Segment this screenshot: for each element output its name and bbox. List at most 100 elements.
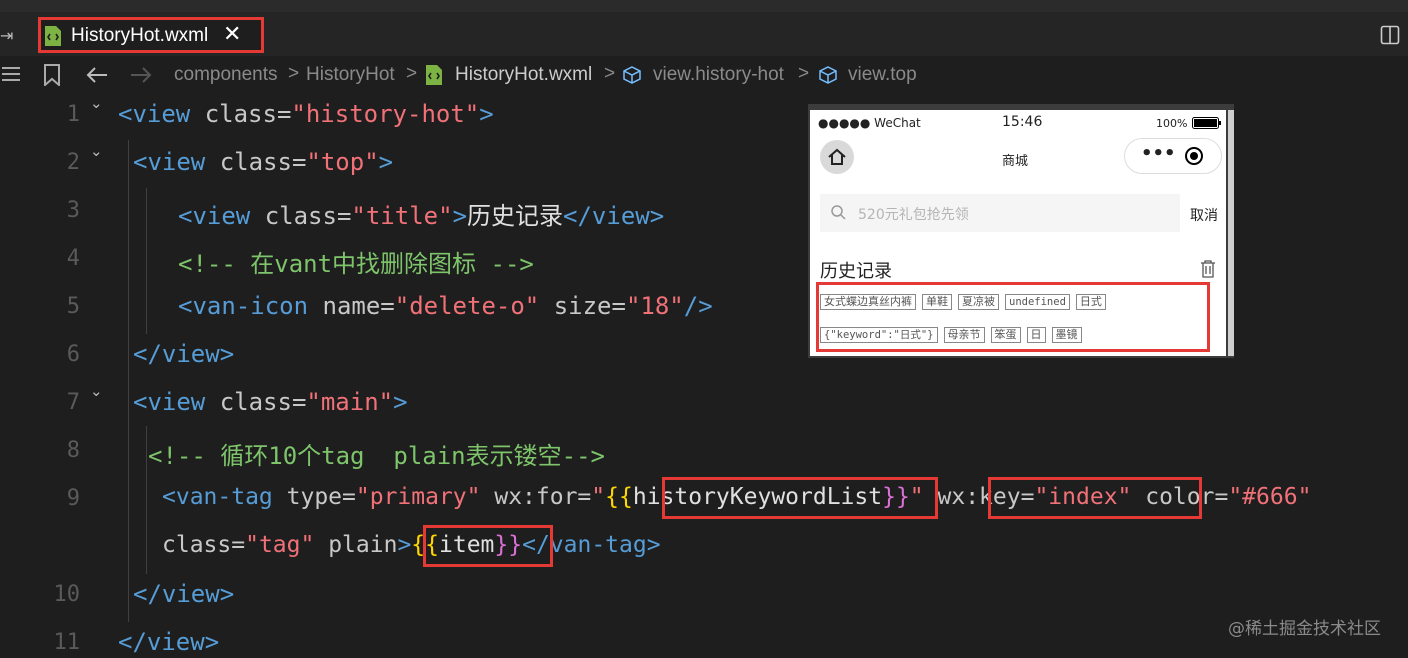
home-icon	[828, 148, 846, 165]
cancel-button[interactable]: 取消	[1190, 205, 1218, 225]
token: class=	[219, 148, 307, 176]
fold-chevron-icon[interactable]: ⌄	[90, 94, 103, 112]
breadcrumb-separator: >	[288, 63, 300, 84]
token: class=	[264, 202, 352, 230]
token: <view	[133, 388, 220, 416]
token: "tag"	[245, 532, 315, 558]
line-number: 4	[66, 246, 80, 271]
split-editor-icon[interactable]	[1380, 25, 1400, 45]
breadcrumb-historyhot[interactable]: HistoryHot	[306, 64, 395, 86]
close-miniprogram-icon[interactable]	[1185, 147, 1203, 165]
indent-guide	[146, 188, 147, 334]
token: "primary"	[355, 484, 481, 510]
token: >	[393, 388, 408, 416]
battery-icon	[1192, 117, 1221, 129]
delete-icon[interactable]	[1200, 260, 1216, 278]
history-title: 历史记录	[820, 261, 892, 282]
watermark: @稀土掘金技术社区	[1228, 619, 1381, 639]
breadcrumb-separator: >	[798, 63, 810, 84]
line-number: 9	[66, 486, 80, 511]
token: <van-icon	[178, 292, 323, 320]
code-line-11[interactable]: </view>	[118, 628, 219, 656]
fold-chevron-icon[interactable]: ⌄	[90, 142, 103, 160]
token: class=	[219, 388, 307, 416]
more-icon[interactable]: •••	[1141, 143, 1176, 164]
wxml-file-icon	[426, 65, 442, 85]
tab-historyhot-wxml[interactable]: HistoryHot.wxml ✕	[38, 17, 264, 53]
phone-screen: ●●●●● WeChat 15:46 100% 商城 ••• 520元礼包抢先领…	[810, 110, 1226, 356]
breadcrumb-file[interactable]: HistoryHot.wxml	[455, 64, 592, 86]
close-tab-icon[interactable]: ✕	[223, 22, 241, 47]
tab-label: HistoryHot.wxml	[71, 25, 209, 46]
nav-title: 商城	[1002, 154, 1029, 169]
breadcrumb-separator: >	[406, 63, 418, 84]
forward-arrow-icon[interactable]	[130, 66, 152, 84]
code-line-6[interactable]: </view>	[133, 340, 234, 368]
token: type=	[286, 484, 356, 510]
line-number: 11	[53, 630, 81, 655]
code-line-10[interactable]: </view>	[133, 580, 234, 608]
line-number: 5	[66, 294, 80, 319]
code-line-2[interactable]: <view class="top">	[133, 148, 393, 176]
breadcrumb: components > HistoryHot > HistoryHot.wxm…	[0, 56, 1408, 94]
line-number: 8	[66, 438, 80, 463]
line-number: 7	[66, 390, 80, 415]
home-button[interactable]	[820, 140, 854, 174]
line-number: 10	[53, 582, 81, 607]
bookmark-icon[interactable]	[44, 64, 60, 86]
search-input[interactable]: 520元礼包抢先领	[820, 194, 1180, 232]
token: </view>	[563, 202, 665, 230]
highlight-wx-key	[988, 477, 1202, 519]
search-icon	[831, 205, 846, 220]
line-number: 6	[66, 342, 80, 367]
status-battery: 100%	[1156, 117, 1188, 130]
token: size=	[539, 292, 626, 320]
token: "#666"	[1228, 484, 1312, 510]
highlight-history-tags	[816, 282, 1210, 352]
token: >	[378, 148, 394, 176]
fold-chevron-icon[interactable]: ⌄	[90, 382, 103, 400]
token: />	[683, 292, 713, 320]
simulator-preview: ●●●●● WeChat 15:46 100% 商城 ••• 520元礼包抢先领…	[808, 104, 1234, 358]
token: >	[452, 202, 468, 230]
highlight-item	[423, 525, 553, 567]
token: class=	[162, 532, 246, 558]
window-top-strip	[0, 0, 1408, 12]
token: >	[397, 532, 412, 558]
token: "top"	[306, 148, 379, 176]
token: "18"	[625, 292, 684, 320]
token: <view	[178, 202, 265, 230]
line-number: 2	[66, 150, 80, 175]
token: 历史记录	[467, 202, 564, 230]
indent-guide	[128, 140, 129, 622]
breadcrumb-view-top[interactable]: view.top	[848, 64, 917, 86]
line-number: 1	[66, 102, 80, 127]
back-arrow-icon[interactable]	[86, 66, 108, 84]
code-line-4-comment[interactable]: <!-- 在vant中找删除图标 -->	[178, 244, 534, 279]
code-line-9-wrap[interactable]: class="tag" plain>{{item}}</van-tag>	[162, 532, 661, 558]
sidebar-toggle-icon[interactable]: ⇥	[0, 26, 13, 45]
breadcrumb-separator: >	[604, 63, 616, 84]
code-line-3[interactable]: <view class="title">历史记录</view>	[178, 196, 664, 231]
breadcrumb-components[interactable]: components	[174, 64, 278, 86]
menu-icon[interactable]	[2, 66, 20, 82]
menu-capsule[interactable]: •••	[1124, 138, 1222, 174]
token: {{	[605, 484, 633, 510]
breadcrumb-view-history-hot[interactable]: view.history-hot	[653, 64, 784, 86]
status-carrier: ●●●●● WeChat	[818, 116, 921, 130]
token: "title"	[351, 202, 453, 230]
indent-guide	[146, 426, 147, 574]
token: "main"	[306, 388, 394, 416]
token: wx:for=	[480, 484, 592, 510]
search-placeholder: 520元礼包抢先领	[858, 207, 969, 223]
token: "history-hot"	[291, 100, 480, 128]
code-line-1[interactable]: <view class="history-hot">	[118, 100, 494, 128]
preview-scrollbar[interactable]	[1228, 110, 1234, 356]
code-line-8-comment[interactable]: <!-- 循环10个tag plain表示镂空-->	[148, 436, 605, 471]
code-line-5[interactable]: <van-icon name="delete-o" size="18"/>	[178, 292, 713, 320]
token: plain	[314, 532, 398, 558]
token: <van-tag	[162, 484, 287, 510]
code-line-7[interactable]: <view class="main">	[133, 388, 408, 416]
token: <view	[133, 148, 220, 176]
status-time: 15:46	[1002, 114, 1043, 130]
